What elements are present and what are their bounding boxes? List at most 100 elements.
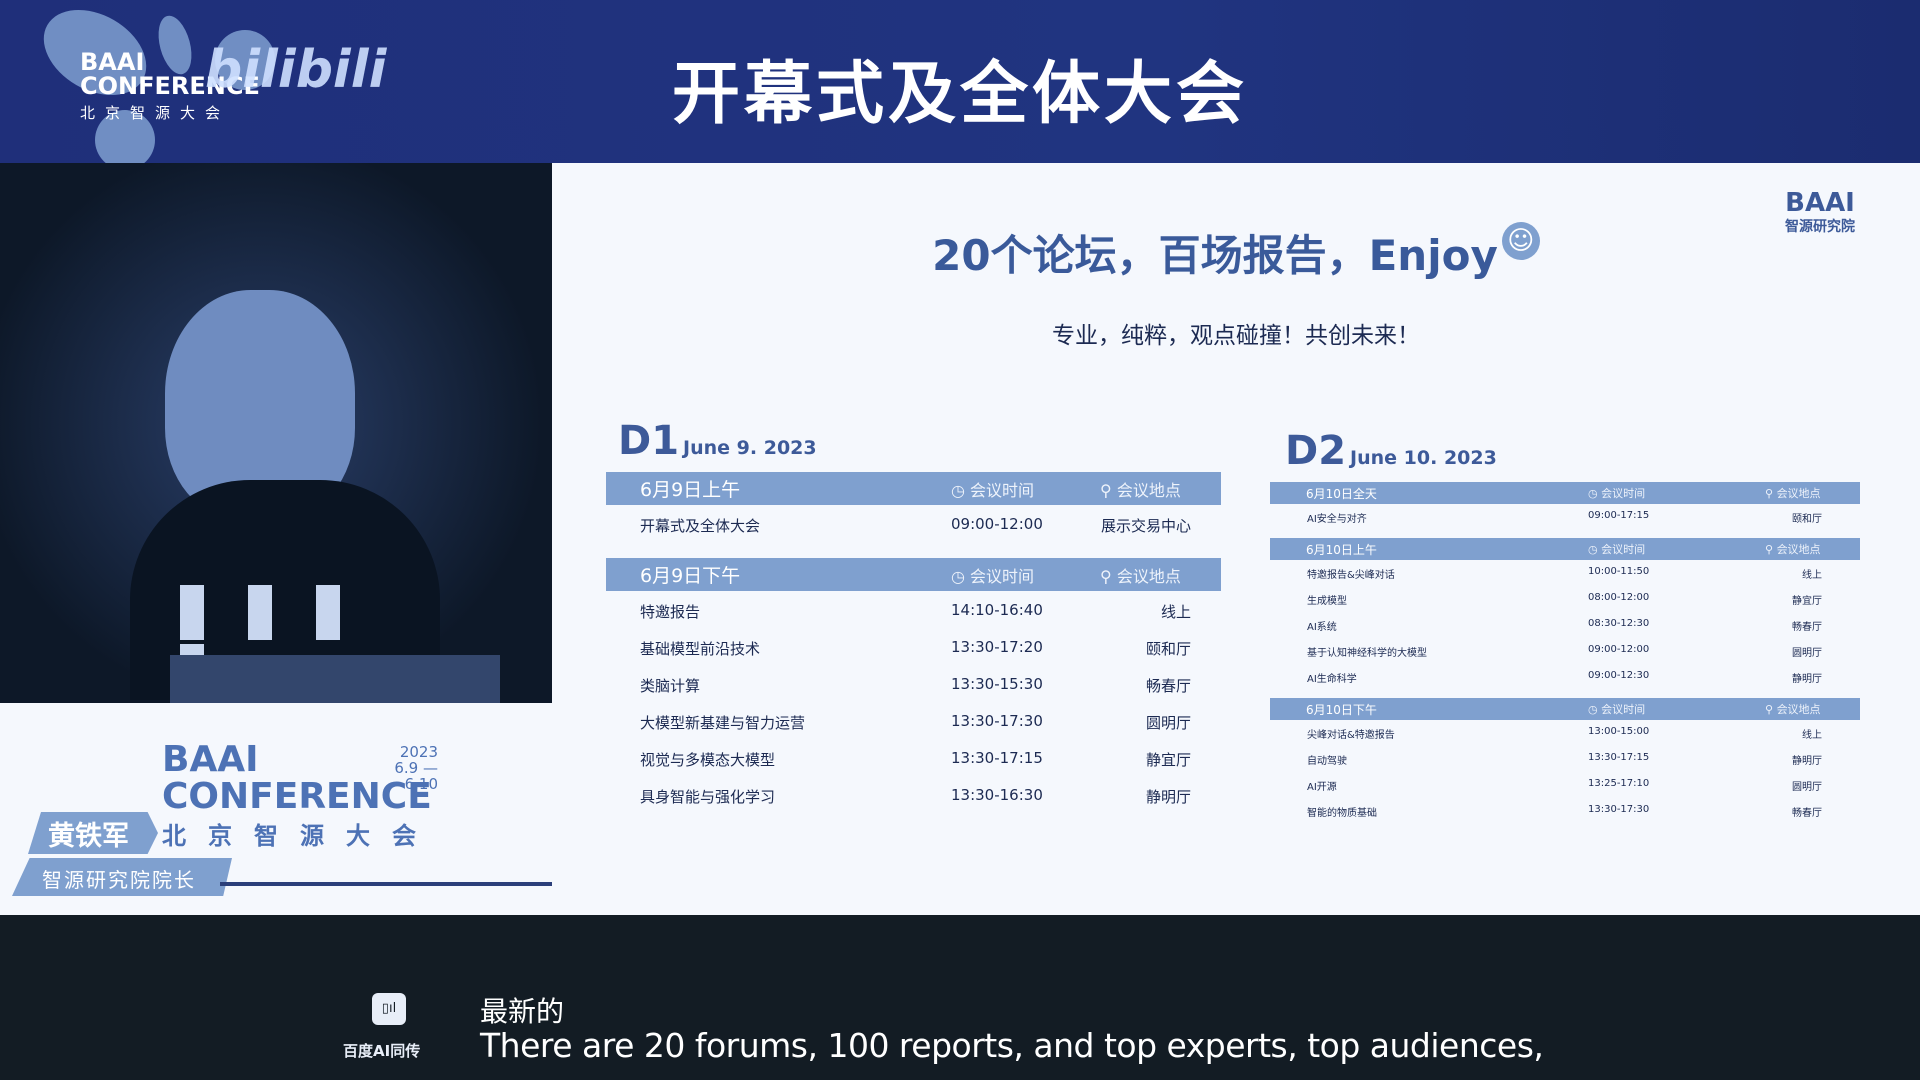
day2-header: D2 June 10. 2023 (1285, 428, 1497, 474)
logo-text: 智源研究院 (1785, 219, 1855, 235)
section-title: 6月10日上午 (1306, 542, 1377, 557)
location-pin-icon: ⚲ 会议地点 (1100, 566, 1181, 586)
baai-logo: BAAI 智源研究院 (1785, 190, 1855, 236)
section-header: 6月9日下午 ◷ 会议时间 ⚲ 会议地点 (606, 558, 1221, 591)
forum-name: 开幕式及全体大会 (640, 517, 761, 535)
day1-schedule: 6月9日上午 ◷ 会议时间 ⚲ 会议地点 开幕式及全体大会 09:00-12:00 展示交… (606, 472, 1221, 823)
place-column-label: 会议地点 (1776, 543, 1821, 556)
schedule-row: AI系统 08:30-12:30 畅春厅 (1270, 618, 1860, 644)
time-column-label: 会议时间 (1601, 487, 1646, 500)
forum-place: 展示交易中心 (1100, 517, 1191, 535)
logo-date-range: 6.9 — 6.10 (394, 759, 438, 793)
forum-name: 特邀报告&尖峰对话 (1307, 570, 1395, 581)
forum-place: 圆明厅 (1792, 648, 1822, 659)
day-date: June 9. 2023 (683, 437, 817, 459)
grin-emoji-icon: ☺ (1501, 222, 1540, 260)
forum-time: 13:30-16:30 (951, 786, 1043, 804)
forum-name: AI生命科学 (1307, 674, 1357, 685)
forum-place: 线上 (1802, 730, 1822, 741)
schedule-row: 基于认知神经科学的大模型 09:00-12:00 圆明厅 (1270, 644, 1860, 670)
forum-place: 圆明厅 (1792, 782, 1822, 793)
day1-header: D1 June 9. 2023 (618, 418, 817, 464)
schedule-row: AI安全与对齐 09:00-17:15 颐和厅 (1270, 510, 1860, 536)
slide-subheading: 专业，纯粹，观点碰撞！共创未来！ (1052, 323, 1420, 349)
time-column-label: 会议时间 (1601, 543, 1646, 556)
forum-time: 13:30-15:30 (951, 675, 1043, 693)
forum-place: 静明厅 (1792, 674, 1822, 685)
day-date: June 10. 2023 (1350, 447, 1497, 469)
place-column-label: 会议地点 (1776, 487, 1821, 500)
forum-time: 09:00-12:00 (1588, 644, 1650, 655)
forum-place: 颐和厅 (1145, 640, 1191, 658)
forum-place: 畅春厅 (1792, 808, 1822, 819)
schedule-row: 大模型新基建与智力运营 13:30-17:30 圆明厅 (606, 712, 1221, 749)
forum-name: 特邀报告 (640, 603, 701, 621)
schedule-row: 特邀报告&尖峰对话 10:00-11:50 线上 (1270, 566, 1860, 592)
place-column-label: 会议地点 (1116, 566, 1181, 586)
forum-name: AI安全与对齐 (1307, 514, 1367, 525)
forum-time: 08:30-12:30 (1588, 618, 1650, 629)
schedule-row: 开幕式及全体大会 09:00-12:00 展示交易中心 (606, 515, 1221, 552)
podium (170, 655, 500, 703)
divider (220, 882, 552, 886)
clock-icon: ◷ 会议时间 (951, 480, 1035, 500)
forum-place: 畅春厅 (1145, 677, 1191, 695)
day2-schedule: 6月10日全天 ◷ 会议时间 ⚲ 会议地点 AI安全与对齐 09:00-17:15 颐和厅… (1270, 482, 1860, 830)
forum-place: 静宜厅 (1792, 596, 1822, 607)
forum-name: 智能的物质基础 (1307, 808, 1377, 819)
conference-logo: BAAI 2023 6.9 — 6.10 CONFERENCE 北京智源大会 (162, 742, 438, 851)
location-pin-icon: ⚲ 会议地点 (1100, 480, 1181, 500)
forum-time: 13:25-17:10 (1588, 778, 1650, 789)
section-title: 6月10日下午 (1306, 702, 1377, 717)
slide-heading-text: 20个论坛，百场报告，Enjoy (932, 231, 1498, 280)
forum-time: 09:00-12:00 (951, 515, 1043, 533)
forum-time: 13:30-17:15 (1588, 752, 1650, 763)
place-column-label: 会议地点 (1776, 703, 1821, 716)
section-title: 6月9日上午 (640, 479, 741, 501)
forum-name: 类脑计算 (640, 677, 701, 695)
logo-text: BAAI (1785, 188, 1855, 218)
forum-name: 大模型新基建与智力运营 (640, 714, 806, 732)
forum-name: 基于认知神经科学的大模型 (1307, 648, 1427, 659)
section-header: 6月9日上午 ◷ 会议时间 ⚲ 会议地点 (606, 472, 1221, 505)
forum-place: 线上 (1802, 570, 1822, 581)
schedule-row: 自动驾驶 13:30-17:15 静明厅 (1270, 752, 1860, 778)
schedule-row: 尖峰对话&特邀报告 13:00-15:00 线上 (1270, 726, 1860, 752)
section-title: 6月10日全天 (1306, 486, 1377, 501)
schedule-row: 生成模型 08:00-12:00 静宜厅 (1270, 592, 1860, 618)
caption-chinese: 最新的 (480, 995, 565, 1028)
logo-year: 2023 (399, 743, 438, 761)
location-pin-icon: ⚲ 会议地点 (1765, 487, 1821, 500)
logo-text: 北京智源大会 (162, 822, 438, 850)
speaker-name: 黄铁军 (28, 812, 158, 854)
forum-time: 09:00-12:30 (1588, 670, 1650, 681)
schedule-row: AI生命科学 09:00-12:30 静明厅 (1270, 670, 1860, 696)
clock-icon: ◷ 会议时间 (1588, 543, 1646, 556)
forum-place: 畅春厅 (1792, 622, 1822, 633)
forum-name: AI开源 (1307, 782, 1337, 793)
forum-name: 基础模型前沿技术 (640, 640, 761, 658)
forum-name: 自动驾驶 (1307, 756, 1347, 767)
forum-place: 线上 (1160, 603, 1191, 621)
time-column-label: 会议时间 (970, 566, 1035, 586)
forum-time: 14:10-16:40 (951, 601, 1043, 619)
translation-icon: ▯ıl (372, 993, 406, 1025)
clock-icon: ◷ 会议时间 (1588, 487, 1646, 500)
schedule-row: AI开源 13:25-17:10 圆明厅 (1270, 778, 1860, 804)
forum-time: 13:30-17:30 (1588, 804, 1650, 815)
forum-place: 颐和厅 (1792, 514, 1822, 525)
caption-provider: 百度AI同传 (343, 1042, 421, 1060)
day-label: D2 (1285, 428, 1347, 474)
forum-name: 具身智能与强化学习 (640, 788, 776, 806)
forum-name: 视觉与多模态大模型 (640, 751, 776, 769)
microphones (180, 585, 440, 699)
section-title: 6月9日下午 (640, 565, 741, 587)
forum-place: 静明厅 (1145, 788, 1191, 806)
forum-time: 09:00-17:15 (1588, 510, 1650, 521)
forum-name: 生成模型 (1307, 596, 1347, 607)
day-label: D1 (618, 418, 680, 464)
slide-heading: 20个论坛，百场报告，Enjoy ☺ (552, 222, 1920, 283)
forum-time: 13:30-17:30 (951, 712, 1043, 730)
section-header: 6月10日全天 ◷ 会议时间 ⚲ 会议地点 (1270, 482, 1860, 504)
schedule-row: 类脑计算 13:30-15:30 畅春厅 (606, 675, 1221, 712)
